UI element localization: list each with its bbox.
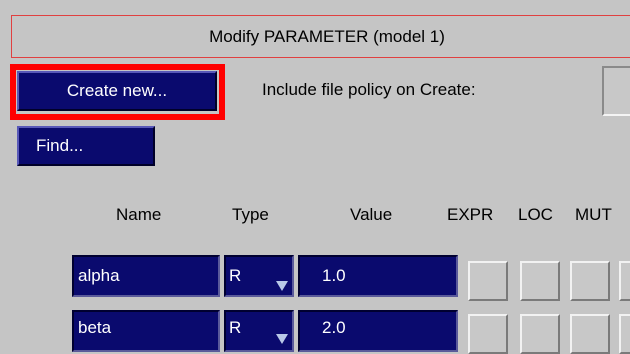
dropdown-arrow-icon xyxy=(276,281,288,291)
parameter-type-select[interactable]: R xyxy=(224,255,294,297)
column-header-mut: MUT xyxy=(575,205,612,224)
extra-toggle[interactable] xyxy=(619,261,630,301)
column-header-value: Value xyxy=(350,205,393,224)
create-new-button[interactable]: Create new... xyxy=(17,71,217,111)
parameter-value-field[interactable]: 1.0 xyxy=(298,255,458,297)
parameter-value-text: 1.0 xyxy=(322,266,346,285)
column-header-type: Type xyxy=(232,205,269,224)
loc-toggle[interactable] xyxy=(520,314,560,354)
parameter-type-text: R xyxy=(229,266,242,285)
parameter-name-field[interactable]: alpha xyxy=(72,255,220,297)
mut-toggle[interactable] xyxy=(570,314,610,354)
parameter-name-field[interactable]: beta xyxy=(72,310,220,352)
column-header-name: Name xyxy=(116,205,162,224)
dialog-title: Modify PARAMETER (model 1) xyxy=(209,26,445,46)
expr-toggle[interactable] xyxy=(468,314,508,354)
parameter-value-field[interactable]: 2.0 xyxy=(298,310,458,352)
dialog-title-bar: Modify PARAMETER (model 1) xyxy=(11,15,630,58)
parameter-name-text: alpha xyxy=(78,266,120,285)
loc-toggle[interactable] xyxy=(520,261,560,301)
expr-toggle[interactable] xyxy=(468,261,508,301)
column-header-loc: LOC xyxy=(518,205,553,224)
find-button[interactable]: Find... xyxy=(17,126,155,166)
parameter-type-select[interactable]: R xyxy=(224,310,294,352)
parameter-name-text: beta xyxy=(78,318,112,337)
mut-toggle[interactable] xyxy=(570,261,610,301)
parameter-value-text: 2.0 xyxy=(322,318,346,337)
dropdown-arrow-icon xyxy=(276,334,288,344)
include-policy-label: Include file policy on Create: xyxy=(262,80,476,99)
include-policy-select[interactable] xyxy=(602,66,630,116)
column-header-expr: EXPR xyxy=(447,205,494,224)
extra-toggle[interactable] xyxy=(619,314,630,354)
parameter-type-text: R xyxy=(229,318,242,337)
